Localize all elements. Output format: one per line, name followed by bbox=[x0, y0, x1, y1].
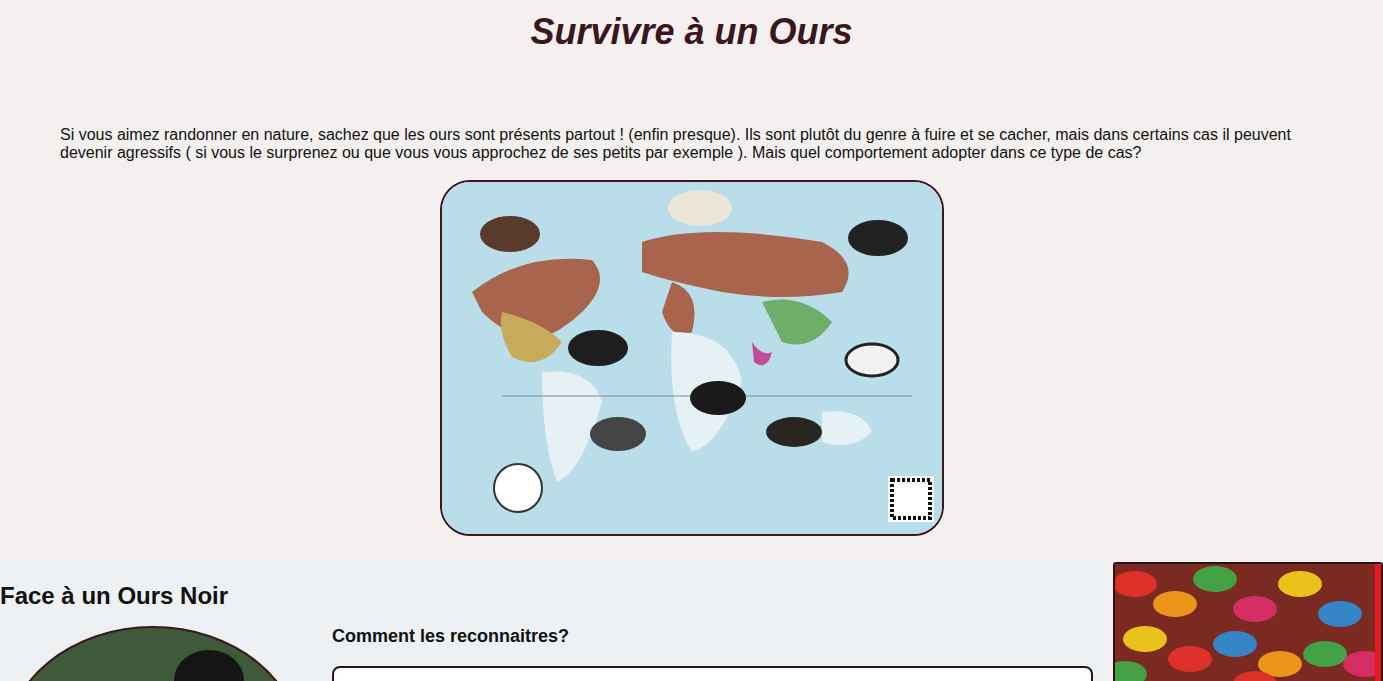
section-heading: Face à un Ours Noir bbox=[0, 582, 1107, 610]
black-bear-photo bbox=[4, 626, 302, 681]
intro-text: Si vous aimez randonner en nature, sache… bbox=[60, 126, 1323, 162]
black-bear-section: Face à un Ours Noir Comment les reconnai… bbox=[0, 560, 1107, 681]
bear-picture bbox=[174, 650, 244, 681]
section-content: Comment les reconnaitres? bbox=[0, 626, 1107, 681]
bear-distribution-map bbox=[440, 180, 944, 536]
gummy-bears-picture bbox=[1113, 562, 1383, 681]
red-strip bbox=[1375, 564, 1381, 681]
info-box bbox=[332, 666, 1093, 681]
gummy-picture bbox=[1115, 564, 1377, 681]
page: Survivre à un Ours Si vous aimez randonn… bbox=[0, 0, 1383, 681]
bear-section-row: Face à un Ours Noir Comment les reconnai… bbox=[0, 560, 1383, 681]
section-subheading: Comment les reconnaitres? bbox=[332, 626, 1093, 646]
info-column: Comment les reconnaitres? bbox=[332, 626, 1093, 681]
map-picture bbox=[442, 182, 942, 534]
page-title: Survivre à un Ours bbox=[0, 0, 1383, 52]
